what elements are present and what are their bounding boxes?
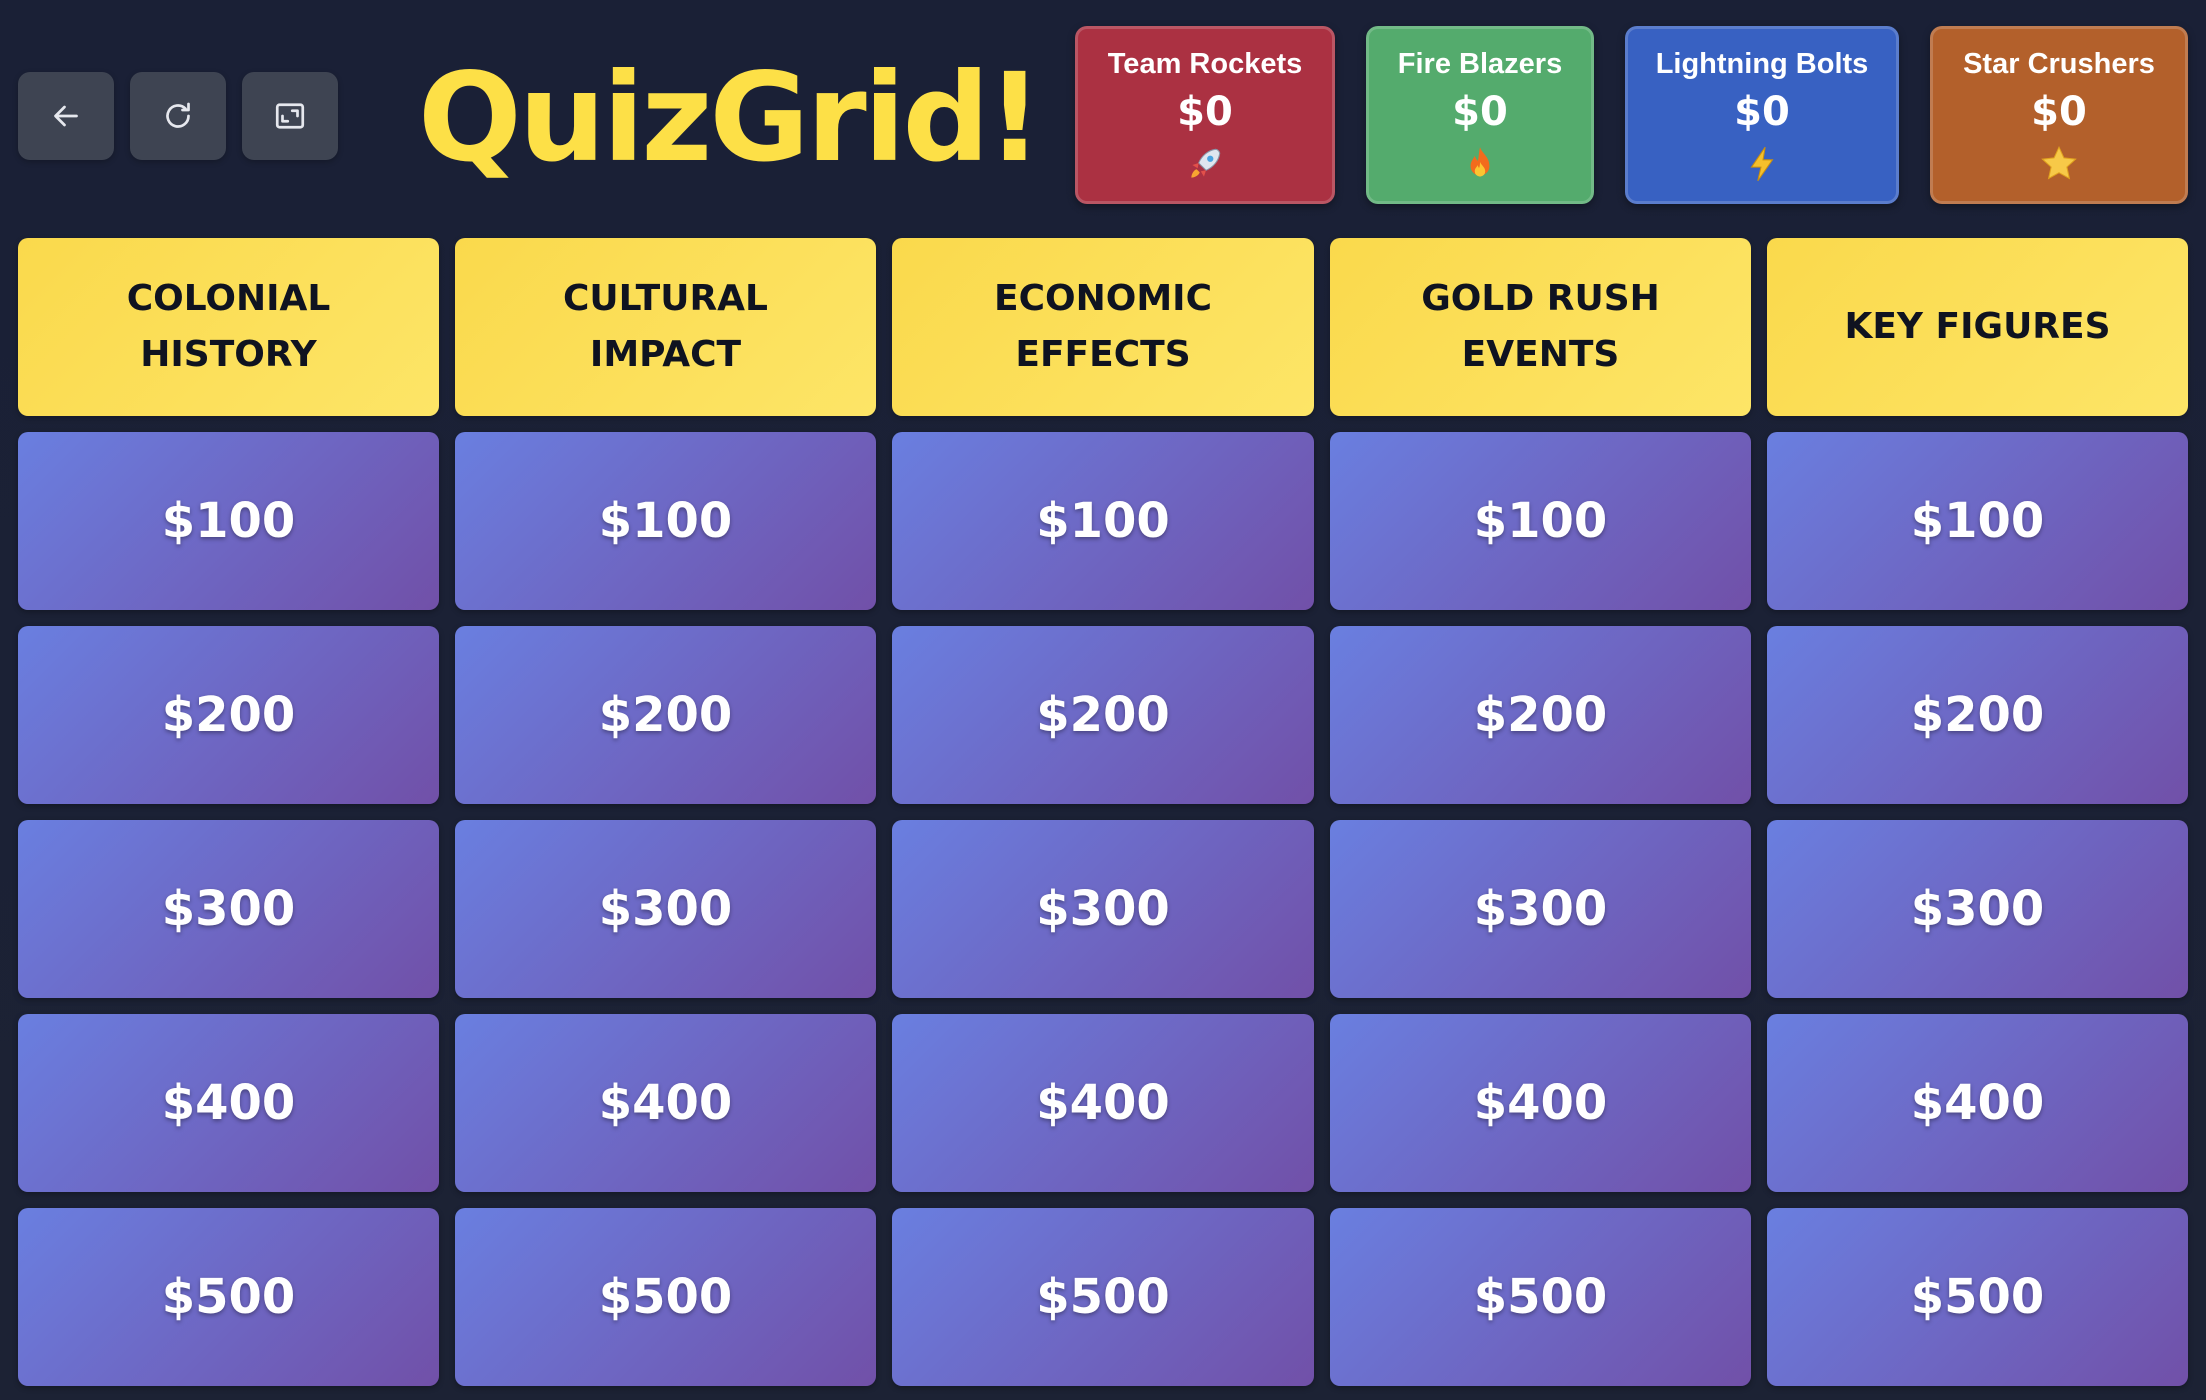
reload-button[interactable] (130, 72, 226, 160)
tile-value: $200 (1473, 687, 1608, 743)
question-tile[interactable]: $300 (892, 820, 1314, 998)
question-tile[interactable]: $500 (892, 1208, 1314, 1386)
tile-value: $500 (1036, 1269, 1170, 1325)
tile-value: $500 (161, 1269, 296, 1325)
category-header: CULTURAL IMPACT (455, 238, 876, 416)
question-tile[interactable]: $100 (18, 432, 439, 610)
team-score: $0 (1177, 89, 1233, 135)
question-tile[interactable]: $100 (892, 432, 1314, 610)
category-header: COLONIAL HISTORY (18, 238, 439, 416)
question-tile[interactable]: $300 (18, 820, 439, 998)
team-score: $0 (1734, 89, 1790, 135)
team-name: Star Crushers (1963, 48, 2155, 80)
tile-value: $200 (598, 687, 733, 743)
category-line2: HISTORY (140, 334, 317, 375)
question-tile[interactable]: $200 (892, 626, 1314, 804)
category-line1: GOLD RUSH (1421, 278, 1660, 319)
category-header: KEY FIGURES (1767, 238, 2188, 416)
reload-icon (166, 102, 190, 128)
tile-value: $100 (1036, 493, 1170, 549)
tile-value: $200 (161, 687, 296, 743)
tile-value: $500 (1473, 1269, 1608, 1325)
category-line2: IMPACT (589, 334, 742, 375)
tile-value: $300 (1036, 881, 1170, 937)
tile-value: $400 (598, 1075, 733, 1131)
team-card-lightning-bolts[interactable]: Lightning Bolts $0 (1625, 26, 1899, 204)
question-tile[interactable]: $400 (892, 1014, 1314, 1192)
tile-value: $300 (1473, 881, 1608, 937)
tile-value: $200 (1910, 687, 2045, 743)
back-button[interactable] (18, 72, 114, 160)
fullscreen-button[interactable] (242, 72, 338, 160)
tile-value: $500 (598, 1269, 733, 1325)
category-header: GOLD RUSH EVENTS (1330, 238, 1751, 416)
question-tile[interactable]: $400 (1330, 1014, 1751, 1192)
arrow-left-icon (54, 105, 78, 127)
category-header: ECONOMIC EFFECTS (892, 238, 1314, 416)
question-tile[interactable]: $400 (18, 1014, 439, 1192)
rocket-icon (1191, 148, 1221, 178)
top-bar: QuizGrid! Team Rockets $0 Fire Blazers $… (0, 0, 2206, 232)
tile-value: $100 (1910, 493, 2045, 549)
tile-value: $300 (598, 881, 733, 937)
tile-value: $200 (1036, 687, 1170, 743)
app-logo: QuizGrid! (418, 47, 1042, 189)
tile-value: $100 (598, 493, 733, 549)
question-tile[interactable]: $200 (455, 626, 876, 804)
category-line1: ECONOMIC (994, 278, 1212, 319)
category-line2: EVENTS (1461, 334, 1620, 375)
question-tile[interactable]: $400 (455, 1014, 876, 1192)
question-tile[interactable]: $500 (455, 1208, 876, 1386)
team-name: Lightning Bolts (1655, 48, 1869, 80)
question-tile[interactable]: $100 (1330, 432, 1751, 610)
team-name: Team Rockets (1107, 48, 1303, 80)
team-card-star-crushers[interactable]: Star Crushers $0 (1930, 26, 2188, 204)
question-tile[interactable]: $100 (1767, 432, 2188, 610)
tile-value: $300 (1910, 881, 2045, 937)
fire-icon (1470, 147, 1490, 177)
question-tile[interactable]: $200 (18, 626, 439, 804)
question-tile[interactable]: $200 (1330, 626, 1751, 804)
question-tile[interactable]: $300 (1767, 820, 2188, 998)
category-line2: EFFECTS (1015, 334, 1191, 375)
team-score: $0 (1452, 89, 1508, 135)
question-tile[interactable]: $300 (455, 820, 876, 998)
tile-value: $500 (1910, 1269, 2045, 1325)
fullscreen-icon (275, 103, 305, 129)
question-tile[interactable]: $500 (18, 1208, 439, 1386)
team-score: $0 (2031, 89, 2087, 135)
category-line1: CULTURAL (563, 278, 768, 319)
tile-value: $400 (1036, 1075, 1170, 1131)
team-card-fire-blazers[interactable]: Fire Blazers $0 (1366, 26, 1594, 204)
team-card-team-rockets[interactable]: Team Rockets $0 (1075, 26, 1335, 204)
category-line1: COLONIAL (126, 278, 331, 319)
question-tile[interactable]: $100 (455, 432, 876, 610)
quiz-board: COLONIAL HISTORY CULTURAL IMPACT ECONOMIC E… (18, 238, 2188, 1386)
tile-value: $300 (161, 881, 296, 937)
lightning-icon (1750, 146, 1774, 182)
category-line1: KEY FIGURES (1844, 306, 2111, 347)
question-tile[interactable]: $500 (1330, 1208, 1751, 1386)
team-name: Fire Blazers (1397, 48, 1563, 80)
tile-value: $100 (1473, 493, 1608, 549)
question-tile[interactable]: $300 (1330, 820, 1751, 998)
question-tile[interactable]: $400 (1767, 1014, 2188, 1192)
tile-value: $400 (161, 1075, 296, 1131)
question-tile[interactable]: $500 (1767, 1208, 2188, 1386)
tile-value: $400 (1473, 1075, 1608, 1131)
tile-value: $100 (161, 493, 296, 549)
tile-value: $400 (1910, 1075, 2045, 1131)
star-icon (2041, 145, 2077, 180)
question-tile[interactable]: $200 (1767, 626, 2188, 804)
